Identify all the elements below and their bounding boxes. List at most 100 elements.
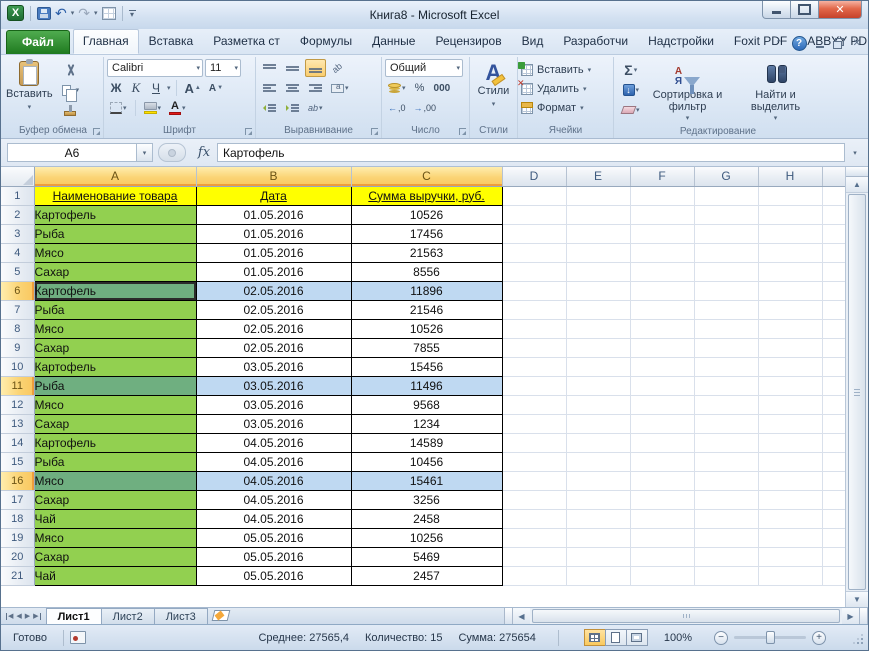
cell-C8[interactable]: 10526	[351, 319, 502, 338]
cell-E8[interactable]	[566, 319, 630, 338]
cell-E6[interactable]	[566, 281, 630, 300]
cell-A17[interactable]: Сахар	[34, 490, 196, 509]
column-header-E[interactable]: E	[566, 167, 630, 186]
cell-G20[interactable]	[694, 547, 758, 566]
align-right-button[interactable]	[305, 79, 326, 97]
row-header-2[interactable]: 2	[1, 205, 34, 224]
orientation-button[interactable]: ab	[328, 59, 346, 77]
insert-cells-button[interactable]: Вставить	[521, 60, 591, 79]
cell-F14[interactable]	[630, 433, 694, 452]
row-header-12[interactable]: 12	[1, 395, 34, 414]
cell-B20[interactable]: 05.05.2016	[196, 547, 351, 566]
cell-F3[interactable]	[630, 224, 694, 243]
scroll-left-icon[interactable]: ◀	[513, 608, 530, 624]
tab-insert[interactable]: Вставка	[139, 29, 204, 54]
cell-A18[interactable]: Чай	[34, 509, 196, 528]
cell-D15[interactable]	[502, 452, 566, 471]
cell-B8[interactable]: 02.05.2016	[196, 319, 351, 338]
underline-dropdown-icon[interactable]	[167, 84, 171, 92]
row-header-14[interactable]: 14	[1, 433, 34, 452]
cell-F18[interactable]	[630, 509, 694, 528]
row-header-9[interactable]: 9	[1, 338, 34, 357]
column-header-B[interactable]: B	[196, 167, 351, 186]
cell-D7[interactable]	[502, 300, 566, 319]
row-header-5[interactable]: 5	[1, 262, 34, 281]
cell-A3[interactable]: Рыба	[34, 224, 196, 243]
cell-H3[interactable]	[758, 224, 822, 243]
autosum-dropdown-icon[interactable]	[634, 66, 638, 74]
horizontal-scroll-thumb[interactable]	[532, 609, 840, 623]
cell-F13[interactable]	[630, 414, 694, 433]
cell-C13[interactable]: 1234	[351, 414, 502, 433]
font-name-dropdown-icon[interactable]	[196, 64, 200, 72]
row-header-4[interactable]: 4	[1, 243, 34, 262]
row-header-15[interactable]: 15	[1, 452, 34, 471]
cell-B11[interactable]: 03.05.2016	[196, 376, 351, 395]
styles-button[interactable]: A Стили	[478, 58, 510, 111]
collapse-ribbon-icon[interactable]: ⌃	[775, 38, 783, 49]
cell-B15[interactable]: 04.05.2016	[196, 452, 351, 471]
cell-B13[interactable]: 03.05.2016	[196, 414, 351, 433]
formula-bar-handle[interactable]	[158, 143, 186, 162]
sheet-tab-2[interactable]: Лист2	[101, 608, 155, 624]
horizontal-scrollbar[interactable]: ◀ ▶	[504, 608, 868, 624]
cell-E17[interactable]	[566, 490, 630, 509]
cell-C9[interactable]: 7855	[351, 338, 502, 357]
cell-C11[interactable]: 11496	[351, 376, 502, 395]
sheet-tab-3[interactable]: Лист3	[154, 608, 208, 624]
insert-sheet-icon[interactable]	[211, 610, 230, 621]
cell-B5[interactable]: 01.05.2016	[196, 262, 351, 281]
cell-F7[interactable]	[630, 300, 694, 319]
cell-D19[interactable]	[502, 528, 566, 547]
cell-E5[interactable]	[566, 262, 630, 281]
cell-G6[interactable]	[694, 281, 758, 300]
row-header-20[interactable]: 20	[1, 547, 34, 566]
merge-center-button[interactable]	[328, 79, 352, 97]
scroll-right-icon[interactable]: ▶	[842, 608, 859, 624]
clear-dropdown-icon[interactable]	[636, 106, 640, 114]
cell-E12[interactable]	[566, 395, 630, 414]
cell-C17[interactable]: 3256	[351, 490, 502, 509]
cell-G12[interactable]	[694, 395, 758, 414]
cell-E20[interactable]	[566, 547, 630, 566]
cell-C21[interactable]: 2457	[351, 566, 502, 585]
cell-G19[interactable]	[694, 528, 758, 547]
font-dialog-launcher-icon[interactable]	[245, 128, 252, 135]
sheet-tab-1[interactable]: Лист1	[46, 608, 102, 624]
merge-dropdown-icon[interactable]	[345, 84, 349, 92]
sort-filter-button[interactable]: АЯ Сортировка и фильтр	[643, 58, 733, 125]
scroll-up-icon[interactable]: ▲	[846, 177, 868, 193]
row-header-17[interactable]: 17	[1, 490, 34, 509]
cell-C5[interactable]: 8556	[351, 262, 502, 281]
cell-A13[interactable]: Сахар	[34, 414, 196, 433]
cell-F15[interactable]	[630, 452, 694, 471]
cell-H19[interactable]	[758, 528, 822, 547]
clear-button[interactable]	[619, 101, 643, 119]
cell-E16[interactable]	[566, 471, 630, 490]
cell-H2[interactable]	[758, 205, 822, 224]
horizontal-split-handle[interactable]	[859, 608, 868, 624]
formula-input[interactable]: Картофель	[217, 143, 845, 162]
cell-A11[interactable]: Рыба	[34, 376, 196, 395]
cell-H12[interactable]	[758, 395, 822, 414]
format-dropdown-icon[interactable]	[580, 104, 584, 112]
font-size-dropdown-icon[interactable]	[234, 64, 238, 72]
expand-formula-bar-icon[interactable]	[848, 143, 862, 162]
row-header-11[interactable]: 11	[1, 376, 34, 395]
wrap-text-button[interactable]: ab	[305, 99, 326, 117]
cell-G3[interactable]	[694, 224, 758, 243]
column-header-A[interactable]: A	[34, 167, 196, 186]
row-header-7[interactable]: 7	[1, 300, 34, 319]
column-header-D[interactable]: D	[502, 167, 566, 186]
format-painter-button[interactable]	[59, 101, 83, 119]
row-header-21[interactable]: 21	[1, 566, 34, 585]
name-box[interactable]: A6	[7, 143, 137, 162]
shrink-font-button[interactable]: A	[209, 83, 216, 94]
cell-B7[interactable]: 02.05.2016	[196, 300, 351, 319]
cell-D14[interactable]	[502, 433, 566, 452]
cell-E3[interactable]	[566, 224, 630, 243]
cell-A15[interactable]: Рыба	[34, 452, 196, 471]
cell-H17[interactable]	[758, 490, 822, 509]
cell-E21[interactable]	[566, 566, 630, 585]
paste-button[interactable]: Вставить	[6, 58, 53, 114]
